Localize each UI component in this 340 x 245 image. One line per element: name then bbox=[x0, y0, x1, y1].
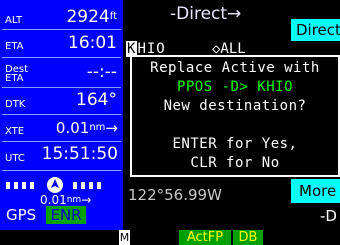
cdi-dot bbox=[22, 182, 26, 189]
alt-unit: ft bbox=[109, 11, 117, 22]
direct-hint: -D bbox=[320, 207, 337, 225]
db-softkey[interactable]: DB bbox=[233, 230, 263, 245]
alt-label: ALT bbox=[5, 15, 23, 26]
more-softkey[interactable]: More bbox=[291, 179, 340, 203]
dtk-label: DTK bbox=[5, 99, 26, 110]
aircraft-course-icon bbox=[47, 177, 63, 193]
divider bbox=[2, 114, 121, 115]
divider bbox=[2, 170, 121, 171]
alt-number: 2924 bbox=[66, 7, 110, 27]
xte-label: XTE bbox=[5, 126, 25, 137]
xte-arrow-icon: → bbox=[105, 119, 118, 137]
dtk-field: DTK 164° bbox=[3, 90, 120, 114]
alt-value: 2924ft bbox=[66, 7, 117, 27]
dest-eta-value: --:-- bbox=[86, 62, 117, 82]
xte-field: XTE 0.01nm→ bbox=[3, 117, 120, 141]
dialog-line-3: New destination? bbox=[163, 98, 307, 114]
gps-mode-label: GPS bbox=[6, 206, 37, 224]
cdi-scale-unit: nm bbox=[66, 195, 82, 205]
dest-eta-field: Dest ETA --:-- bbox=[3, 62, 120, 86]
divider bbox=[2, 57, 121, 58]
nav-data-panel: ALT 2924ft ETA 16:01 Dest ETA --:-- DTK … bbox=[0, 0, 123, 230]
cdi-dot bbox=[14, 182, 18, 189]
cdi-arrow-icon: → bbox=[81, 193, 92, 207]
mode-row: GPS ENR bbox=[0, 206, 123, 224]
direct-softkey[interactable]: Direct bbox=[291, 19, 340, 41]
cdi-dot bbox=[81, 182, 85, 189]
dialog-line-5: CLR for No bbox=[190, 155, 280, 171]
softkey-bar bbox=[0, 230, 340, 245]
page-title: -Direct→ bbox=[170, 4, 242, 24]
cdi-dot bbox=[97, 182, 101, 189]
xte-value: 0.01nm→ bbox=[56, 118, 118, 138]
utc-label: UTC bbox=[5, 153, 25, 164]
utc-field: UTC 15:51:50 bbox=[3, 144, 120, 168]
dialog-line-4: ENTER for Yes, bbox=[172, 136, 298, 152]
divider bbox=[2, 141, 121, 142]
cdi-scale-number: 0.01 bbox=[40, 193, 67, 207]
dest-eta-label-line2: ETA bbox=[5, 73, 24, 84]
longitude-readout: 122°56.99W bbox=[128, 186, 222, 204]
actfp-softkey[interactable]: ActFP bbox=[179, 230, 231, 245]
cdi-dot bbox=[89, 182, 93, 189]
dtk-value: 164° bbox=[76, 90, 117, 110]
eta-field: ETA 16:01 bbox=[3, 33, 120, 57]
cdi-dot bbox=[73, 182, 77, 189]
cdi-dot bbox=[6, 182, 10, 189]
eta-label: ETA bbox=[5, 41, 24, 52]
utc-value: 15:51:50 bbox=[41, 144, 118, 164]
divider bbox=[2, 29, 121, 30]
enr-mode-label: ENR bbox=[46, 206, 86, 224]
message-icon[interactable]: M bbox=[119, 230, 130, 245]
cdi-dot bbox=[30, 182, 34, 189]
xte-unit: nm bbox=[89, 122, 106, 133]
eta-value: 16:01 bbox=[68, 33, 117, 53]
alt-field: ALT 2924ft bbox=[3, 7, 120, 31]
xte-number: 0.01 bbox=[55, 119, 90, 137]
dialog-line-1: Replace Active with bbox=[150, 60, 320, 76]
replace-active-dialog: Replace Active with PPOS -D> KHIO New de… bbox=[130, 55, 340, 177]
divider bbox=[2, 87, 121, 88]
cdi-scale-readout: 0.01nm→ bbox=[40, 193, 91, 207]
cdi-scale bbox=[3, 177, 120, 193]
dialog-line-2: PPOS -D> KHIO bbox=[176, 79, 294, 95]
